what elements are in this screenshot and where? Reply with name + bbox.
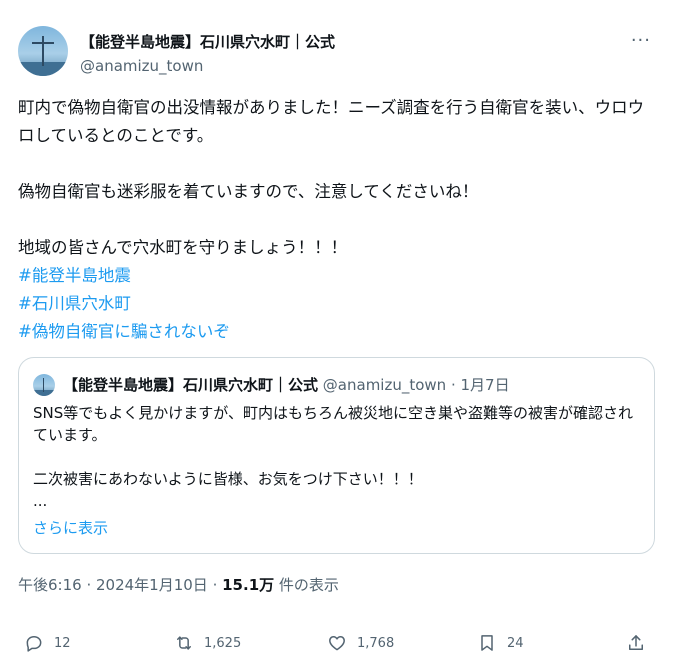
post-card: 【能登半島地震】石川県穴水町｜公式 @anamizu_town ··· 町内で偽… [0,0,673,667]
quoted-post[interactable]: 【能登半島地震】石川県穴水町｜公式 @anamizu_town · 1月7日 S… [18,357,655,554]
post-header: 【能登半島地震】石川県穴水町｜公式 @anamizu_town ··· [18,26,655,82]
views-count: 15.1万 [222,576,275,594]
share-button[interactable] [626,630,656,656]
quote-author-handle: @anamizu_town [322,376,447,394]
quote-avatar-pole [43,378,44,392]
bookmark-icon [481,635,493,651]
quote-header: 【能登半島地震】石川県穴水町｜公式 @anamizu_town · 1月7日 [63,374,510,395]
post-time[interactable]: 午後6:16 [18,576,82,594]
author-name[interactable]: 【能登半島地震】石川県穴水町｜公式 [80,31,335,52]
author-handle[interactable]: @anamizu_town [80,57,203,75]
reply-icon [26,636,42,652]
hashtag-link[interactable]: #偽物自衛官に騙されないぞ [18,318,658,346]
post-blank-line [18,206,658,234]
meta-separator: · [207,576,223,594]
repost-count: 1,625 [204,635,242,651]
post-meta: 午後6:16 · 2024年1月10日 · 15.1万 件の表示 [18,574,339,595]
hashtag-link[interactable]: #能登半島地震 [18,262,658,290]
post-text-line2: 偽物自衛官も迷彩服を着ていますので、注意してくださいね！ [18,182,479,201]
reply-count: 12 [54,635,71,651]
post-text-line1: 町内で偽物自衛官の出没情報がありました！ニーズ調査を行う自衛官を装い、ウロウロし… [18,98,645,145]
quote-text: SNS等でもよく見かけますが、町内はもちろん被災地に空き巣や盗難等の被害が確認さ… [33,404,633,510]
repost-icon [177,636,191,650]
show-more-link[interactable]: さらに表示 [33,517,108,538]
repost-button[interactable]: 1,625 [174,630,241,656]
post-date[interactable]: 2024年1月10日 [96,576,208,594]
avatar-pole [42,36,44,66]
post-body: 町内で偽物自衛官の出没情報がありました！ニーズ調査を行う自衛官を装い、ウロウロし… [18,94,658,346]
avatar-beam [32,42,54,44]
post-blank-line [18,150,658,178]
avatar[interactable] [18,26,68,76]
like-button[interactable]: 1,768 [327,630,394,656]
bookmark-button[interactable]: 24 [477,630,524,656]
views-label: 件の表示 [274,576,339,594]
quote-separator: · [446,376,461,394]
meta-separator: · [81,576,96,594]
quote-avatar-sea [33,390,55,396]
like-count: 1,768 [357,635,395,651]
heart-icon [329,636,345,651]
quote-author-name: 【能登半島地震】石川県穴水町｜公式 [63,376,319,394]
post-text-line3: 地域の皆さんで穴水町を守りましょう！！！ [18,238,348,257]
quote-date: 1月7日 [460,376,510,394]
reply-button[interactable]: 12 [24,630,71,656]
more-dots-icon[interactable]: ··· [631,30,651,51]
action-bar: 12 1,625 1,768 24 [18,630,655,656]
bookmark-count: 24 [507,635,524,651]
quote-avatar [33,374,55,396]
hashtag-link[interactable]: #石川県穴水町 [18,290,658,318]
share-icon [629,635,643,650]
